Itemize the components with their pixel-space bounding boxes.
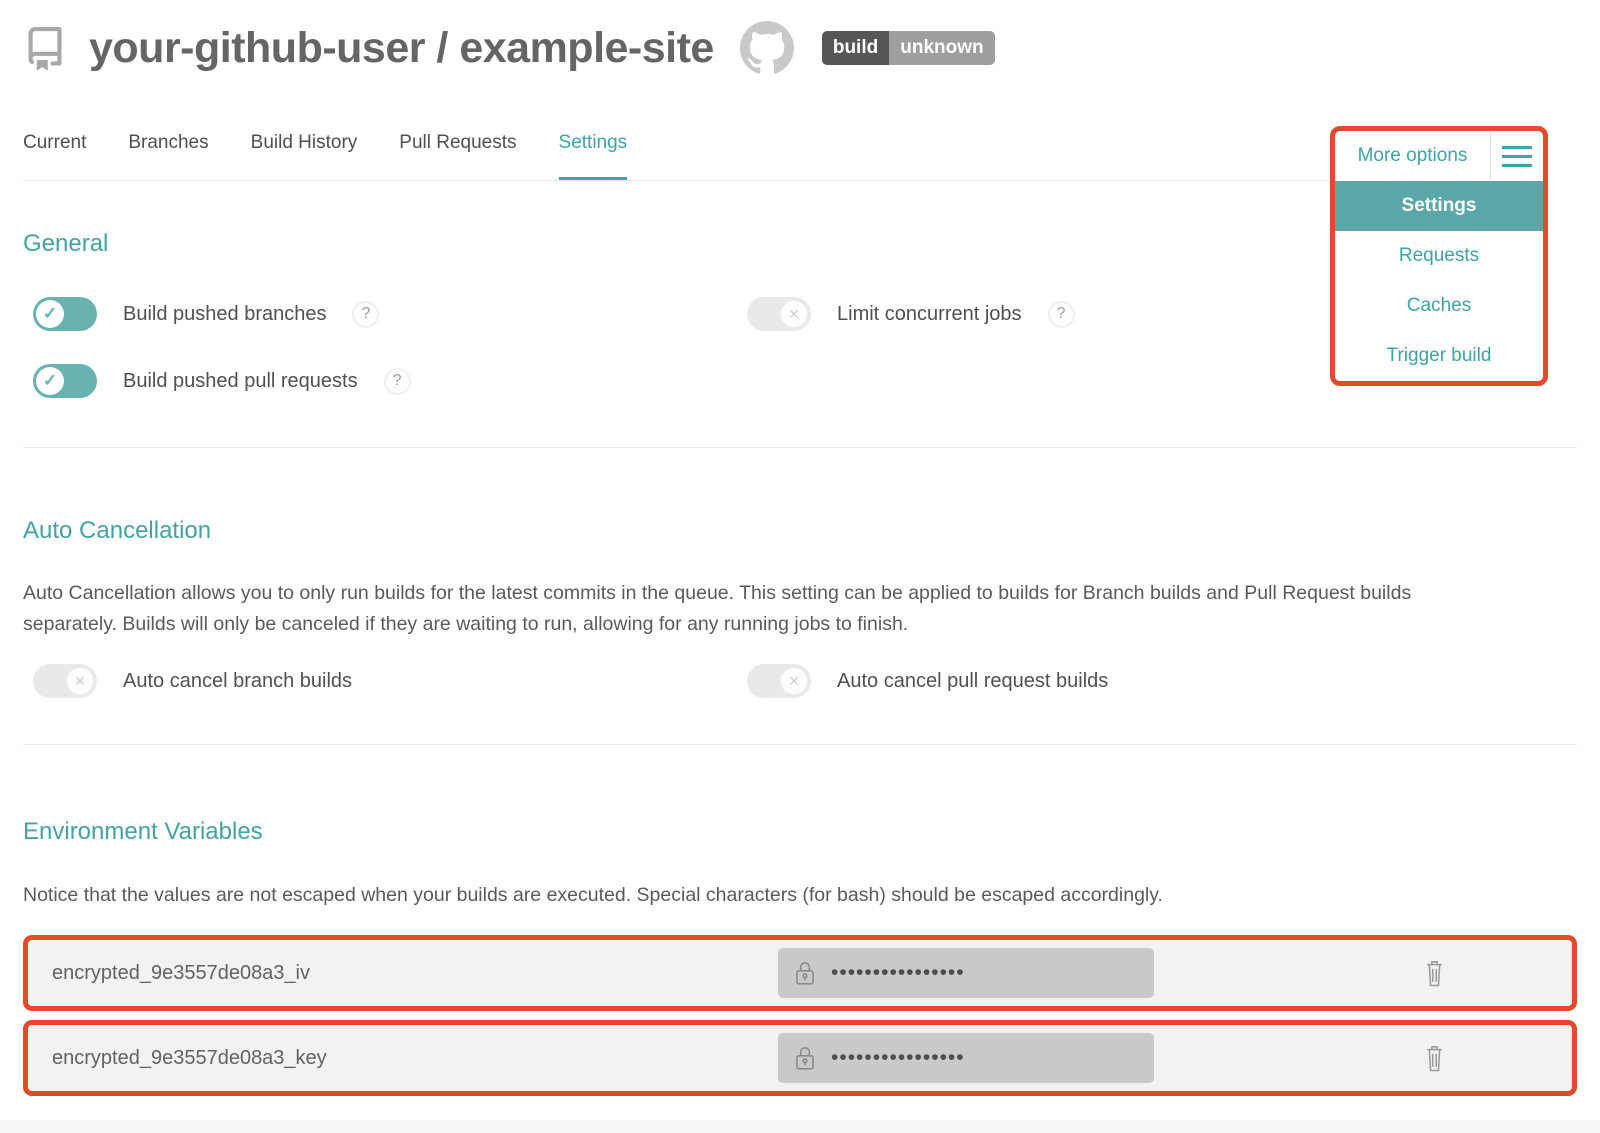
masked-value: ••••••••••••••••: [831, 1033, 965, 1083]
toggle-row-build-pushed-pull-requests: ✓ Build pushed pull requests ?: [23, 364, 737, 398]
help-icon[interactable]: ?: [384, 368, 411, 395]
toggle-label: Build pushed branches: [123, 303, 326, 326]
tab-settings[interactable]: Settings: [559, 126, 628, 180]
auto-cancel-branch-builds-toggle[interactable]: ✕: [33, 664, 97, 698]
toggle-label: Limit concurrent jobs: [837, 303, 1022, 326]
auto-cancel-pull-request-builds-toggle[interactable]: ✕: [747, 664, 811, 698]
toggle-check-icon: ✓: [36, 300, 64, 328]
env-var-name: encrypted_9e3557de08a3_key: [40, 1047, 778, 1070]
menu-item-settings[interactable]: Settings: [1335, 181, 1543, 231]
tab-build-history[interactable]: Build History: [251, 126, 358, 180]
toggle-row-auto-cancel-branch-builds: ✕ Auto cancel branch builds: [23, 664, 737, 698]
environment-variables-section-title: Environment Variables: [23, 817, 1577, 847]
toggle-label: Auto cancel branch builds: [123, 670, 352, 693]
tab-current[interactable]: Current: [23, 126, 86, 180]
auto-cancellation-section-title: Auto Cancellation: [23, 516, 1577, 546]
section-divider: [23, 744, 1577, 745]
more-options-button[interactable]: More options: [1335, 131, 1490, 181]
lock-icon: [792, 1044, 818, 1072]
menu-item-requests[interactable]: Requests: [1335, 231, 1543, 281]
trash-icon[interactable]: [1421, 959, 1448, 988]
github-octocat-icon: [740, 21, 794, 75]
tab-branches[interactable]: Branches: [128, 126, 208, 180]
help-icon[interactable]: ?: [352, 301, 379, 328]
toggle-check-icon: ✓: [36, 367, 64, 395]
build-pushed-branches-toggle[interactable]: ✓: [33, 297, 97, 331]
trash-icon[interactable]: [1421, 1044, 1448, 1073]
page-title: your-github-user / example-site: [89, 24, 714, 73]
repo-book-icon: [23, 24, 67, 74]
badge-label: build: [822, 31, 889, 65]
build-pushed-pull-requests-toggle[interactable]: ✓: [33, 364, 97, 398]
help-icon[interactable]: ?: [1048, 301, 1075, 328]
env-var-row-key: encrypted_9e3557de08a3_key •••••••••••••…: [23, 1020, 1577, 1096]
limit-concurrent-jobs-toggle[interactable]: ✕: [747, 297, 811, 331]
tab-pull-requests[interactable]: Pull Requests: [399, 126, 516, 180]
toggle-cross-icon: ✕: [780, 667, 808, 695]
env-var-row-iv: encrypted_9e3557de08a3_iv ••••••••••••••…: [23, 935, 1577, 1011]
toggle-label: Auto cancel pull request builds: [837, 670, 1108, 693]
toggle-row-auto-cancel-pull-request-builds: ✕ Auto cancel pull request builds: [737, 664, 1577, 698]
environment-variables-notice: Notice that the values are not escaped w…: [23, 880, 1577, 911]
toggle-cross-icon: ✕: [780, 300, 808, 328]
auto-cancellation-toggles: ✕ Auto cancel branch builds ✕ Auto cance…: [23, 664, 1577, 698]
more-options-header: More options: [1335, 131, 1543, 181]
section-divider: [23, 447, 1577, 448]
next-section-edge: [0, 1120, 1600, 1133]
hamburger-icon[interactable]: [1491, 131, 1543, 181]
repo-tab-bar: Current Branches Build History Pull Requ…: [23, 126, 1327, 181]
more-options-dropdown: More options Settings Requests Caches Tr…: [1330, 126, 1548, 386]
masked-value: ••••••••••••••••: [831, 948, 965, 998]
env-var-value-field: ••••••••••••••••: [778, 1033, 1154, 1083]
menu-item-caches[interactable]: Caches: [1335, 281, 1543, 331]
lock-icon: [792, 959, 818, 987]
toggle-label: Build pushed pull requests: [123, 370, 358, 393]
build-status-badge: build unknown: [822, 31, 995, 65]
environment-variables-list: encrypted_9e3557de08a3_iv ••••••••••••••…: [23, 935, 1577, 1096]
badge-status: unknown: [889, 31, 994, 65]
menu-item-trigger-build[interactable]: Trigger build: [1335, 331, 1543, 381]
toggle-row-build-pushed-branches: ✓ Build pushed branches ?: [23, 297, 737, 331]
env-var-name: encrypted_9e3557de08a3_iv: [40, 962, 778, 985]
env-var-value-field: ••••••••••••••••: [778, 948, 1154, 998]
toggle-cross-icon: ✕: [66, 667, 94, 695]
auto-cancellation-description: Auto Cancellation allows you to only run…: [23, 578, 1485, 640]
repo-settings-page: your-github-user / example-site build un…: [0, 0, 1600, 1133]
repo-header: your-github-user / example-site build un…: [23, 0, 1577, 76]
